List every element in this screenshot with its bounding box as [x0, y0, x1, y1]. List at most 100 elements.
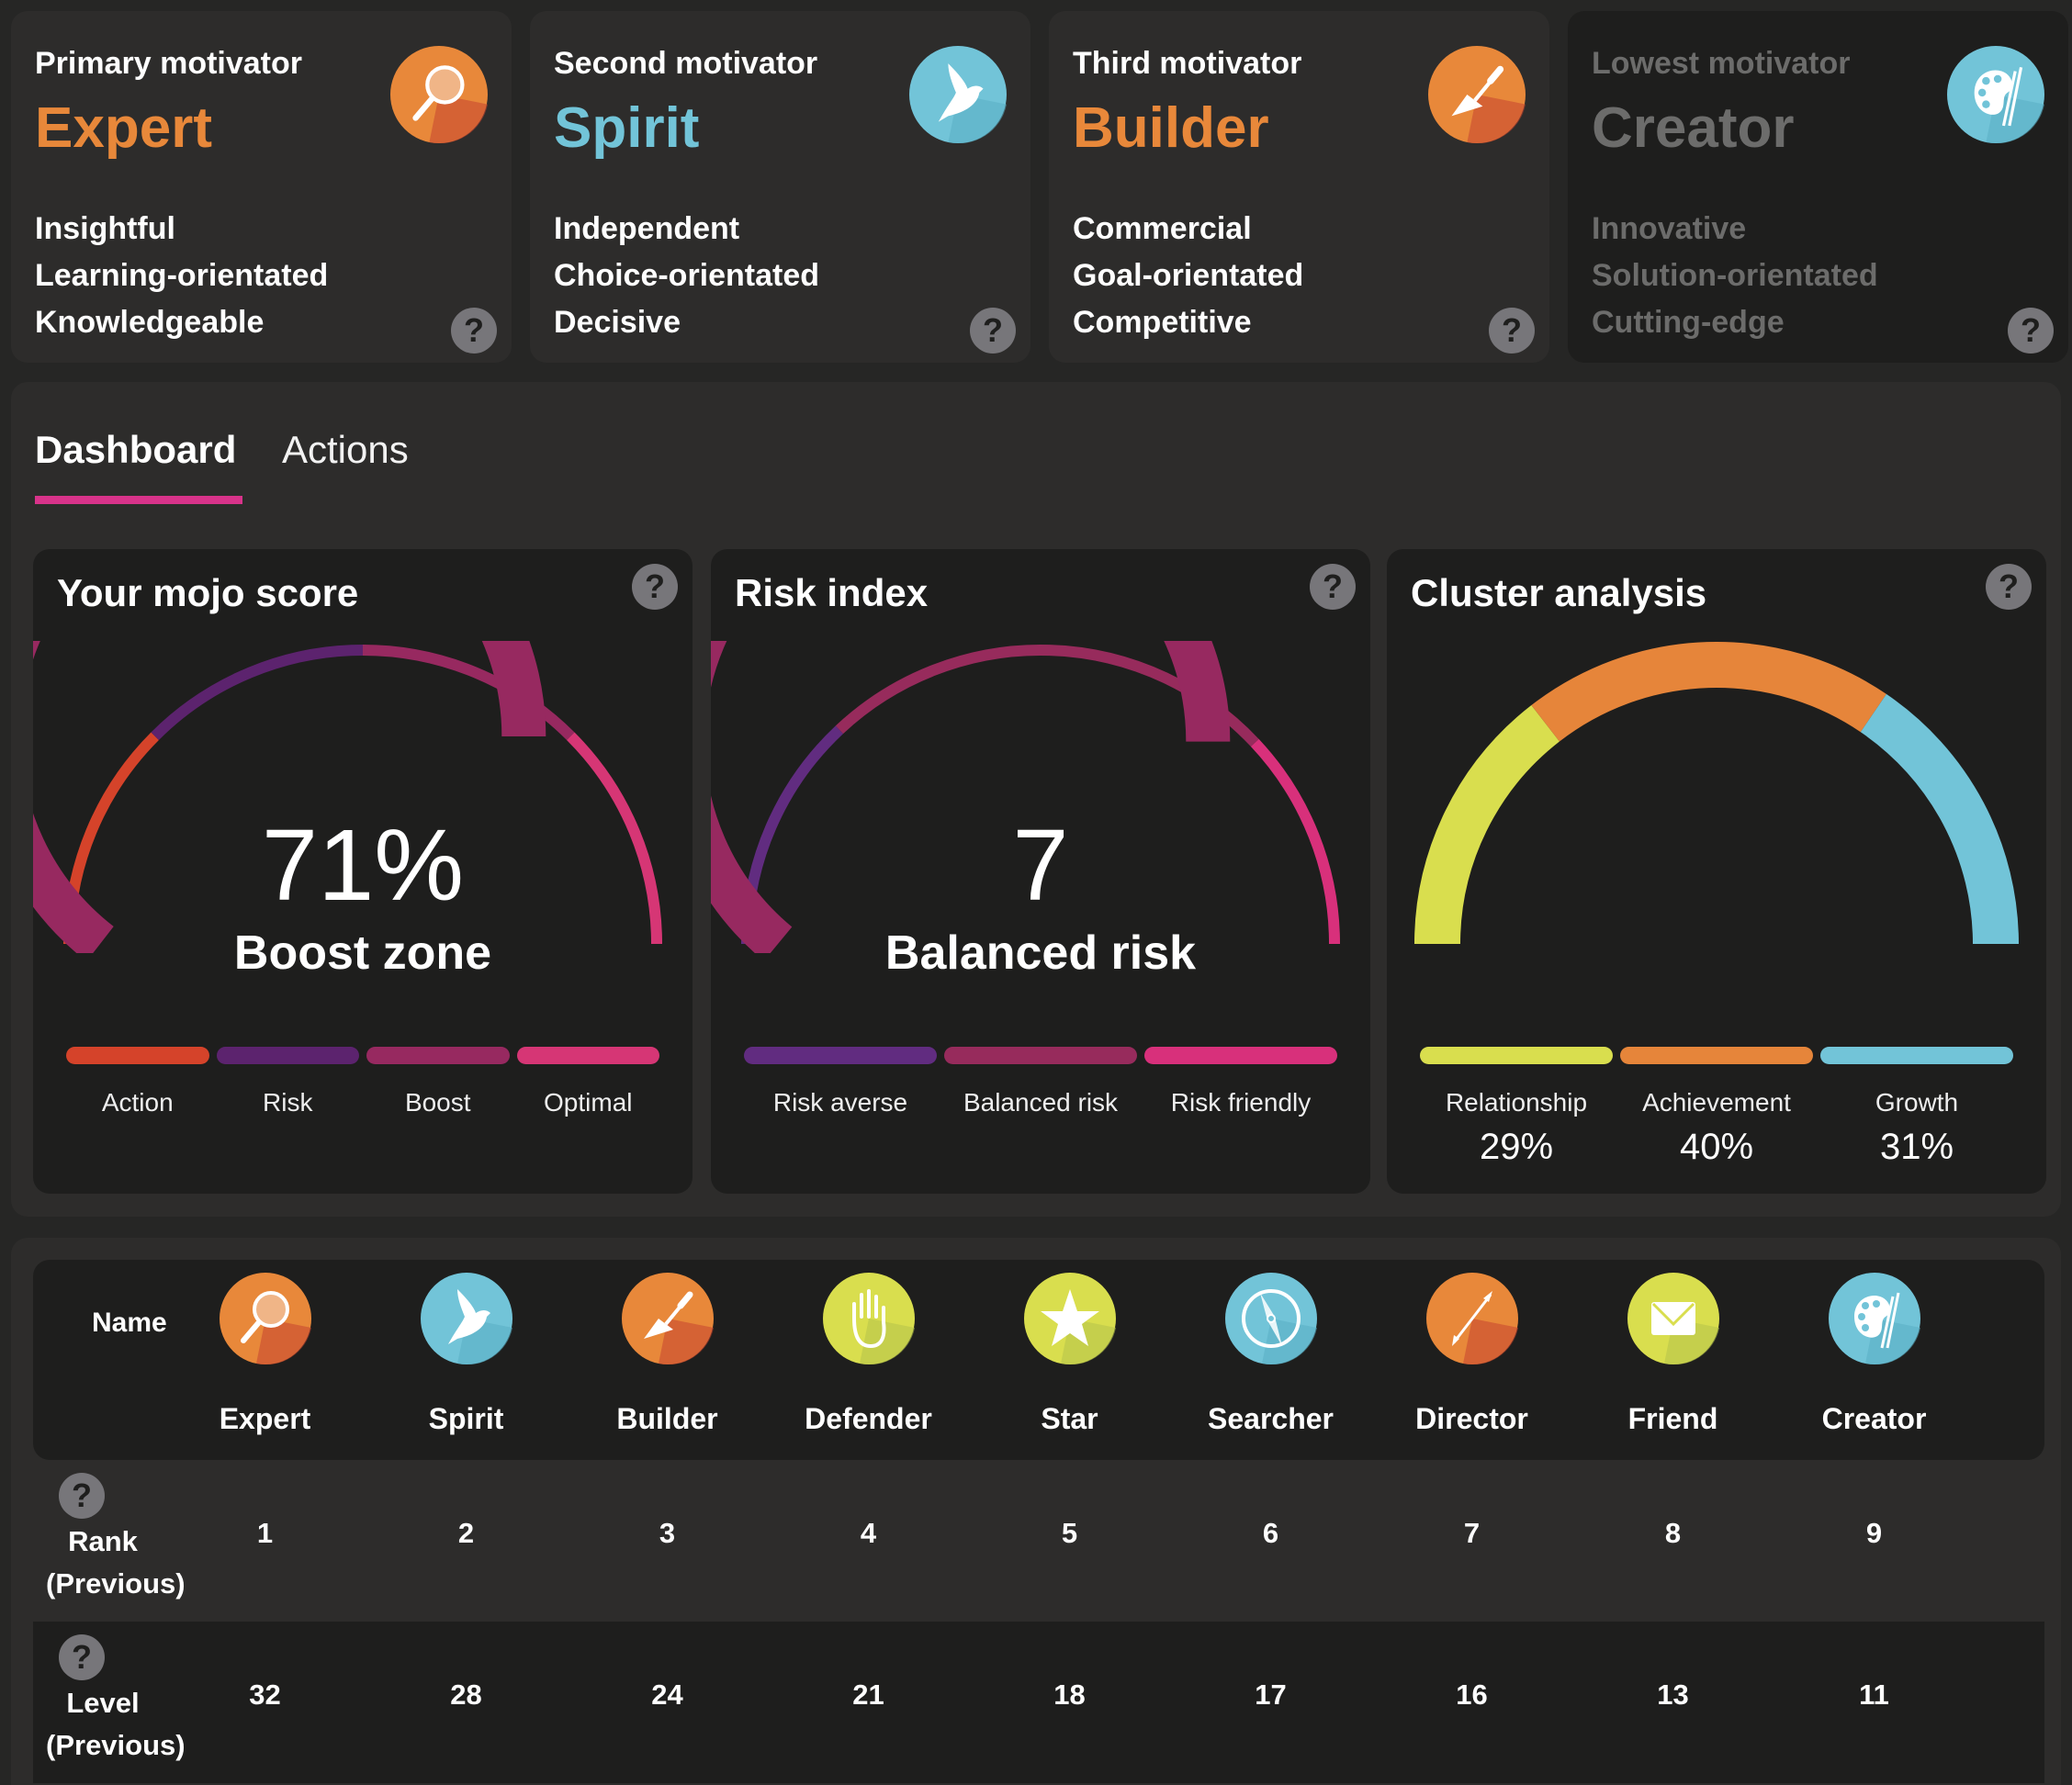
- column-header-friend: Friend: [1572, 1260, 1774, 1436]
- dove-icon: [420, 1273, 512, 1365]
- help-icon[interactable]: ?: [59, 1634, 105, 1680]
- level-cell: 13: [1657, 1678, 1689, 1711]
- trait: Innovative: [1592, 211, 1747, 246]
- motivator-name: Spirit: [554, 96, 700, 160]
- row-label-line: (Previous): [46, 1567, 186, 1600]
- help-icon[interactable]: ?: [970, 308, 1016, 354]
- legend-item: Achievement 40%: [1620, 1047, 1813, 1168]
- help-icon[interactable]: ?: [1489, 308, 1535, 354]
- legend-label: Relationship: [1445, 1088, 1588, 1117]
- legend-swatch: [944, 1047, 1137, 1064]
- column-name: Creator: [1821, 1402, 1927, 1435]
- level-cell: 21: [852, 1678, 884, 1711]
- trait: Choice-orientated: [554, 258, 820, 293]
- legend-swatch: [1420, 1047, 1613, 1064]
- risk-value: 7: [1012, 809, 1069, 922]
- risk-zone: Balanced risk: [884, 926, 1197, 980]
- cluster-legend: Relationship 29% Achievement 40% Growth 31%: [1420, 1047, 2013, 1168]
- row-label-line: Level: [66, 1687, 140, 1719]
- trait: Solution-orientated: [1592, 258, 1878, 293]
- legend-item: Risk: [216, 1047, 359, 1117]
- legend-item: Optimal: [516, 1047, 659, 1117]
- motivator-traits: Innovative Solution-orientated Cutting-e…: [1592, 206, 1878, 346]
- legend-label: Balanced risk: [963, 1088, 1119, 1117]
- row-label: Rank (Previous): [46, 1521, 186, 1605]
- motivator-label: Lowest motivator: [1592, 46, 1851, 81]
- palette-icon: [1828, 1273, 1920, 1365]
- rank-cell: 8: [1664, 1517, 1682, 1549]
- column-name: Star: [1041, 1402, 1098, 1435]
- legend-swatch: [1620, 1047, 1813, 1064]
- cluster-segment-relationship: [1414, 705, 1560, 945]
- legend-label: Achievement: [1642, 1088, 1791, 1117]
- level-cell: 24: [651, 1678, 683, 1711]
- compass-icon: [1224, 1273, 1317, 1365]
- legend-swatch: [1820, 1047, 2013, 1064]
- column-header-expert: Expert: [164, 1260, 366, 1436]
- rank-cell: 6: [1262, 1517, 1279, 1549]
- magnifier-icon: [390, 46, 488, 143]
- legend-percent: 31%: [1879, 1127, 1954, 1167]
- name-column-header: Name: [92, 1308, 167, 1338]
- help-icon[interactable]: ?: [451, 308, 497, 354]
- mojo-zone: Boost zone: [233, 926, 492, 980]
- arrow-icon: [1425, 1273, 1518, 1365]
- trait: Independent: [554, 211, 740, 246]
- cluster-gauge: [1414, 642, 2019, 945]
- column-header-defender: Defender: [768, 1260, 969, 1436]
- rank-cell: 1: [256, 1517, 274, 1549]
- rank-row: ? Rank (Previous) 1 2 3 4 5 6 7 8 9: [33, 1460, 2044, 1622]
- help-icon[interactable]: ?: [2008, 308, 2054, 354]
- rank-cell: 7: [1463, 1517, 1481, 1549]
- legend-label: Risk: [263, 1088, 313, 1117]
- column-name: Defender: [805, 1402, 932, 1435]
- legend-label: Risk friendly: [1170, 1088, 1312, 1117]
- legend-item: Action: [66, 1047, 209, 1117]
- level-cell: 18: [1053, 1678, 1086, 1711]
- motivator-traits: Insightful Learning-orientated Knowledge…: [35, 206, 328, 346]
- tab-actions[interactable]: Actions: [282, 428, 409, 472]
- gauge-zone-risk: [151, 645, 364, 740]
- help-icon[interactable]: ?: [59, 1473, 105, 1519]
- column-header-searcher: Searcher: [1170, 1260, 1371, 1436]
- envelope-icon: [1627, 1273, 1719, 1365]
- tab-dashboard[interactable]: Dashboard: [35, 428, 236, 472]
- active-tab-indicator: [35, 496, 242, 504]
- column-header-creator: Creator: [1774, 1260, 1975, 1436]
- legend-swatch: [516, 1047, 659, 1064]
- mojo-legend: Action Risk Boost Optimal: [66, 1047, 659, 1117]
- trait: Knowledgeable: [35, 305, 265, 340]
- row-label-line: Rank: [68, 1525, 138, 1557]
- level-cell: 28: [450, 1678, 482, 1711]
- legend-item: Balanced risk: [944, 1047, 1137, 1117]
- mojo-value: 71%: [261, 809, 465, 922]
- cluster-segment-growth: [1860, 693, 2019, 945]
- level-cell: 16: [1456, 1678, 1488, 1711]
- row-label-line: (Previous): [46, 1729, 186, 1761]
- card-title: Your mojo score: [57, 571, 359, 614]
- help-icon[interactable]: ?: [632, 564, 678, 610]
- legend-item: Risk averse: [744, 1047, 937, 1117]
- help-icon[interactable]: ?: [1310, 564, 1356, 610]
- palette-icon: [1947, 46, 2044, 143]
- trait: Learning-orientated: [35, 258, 329, 293]
- motivator-card-lowest: Lowest motivator Creator Innovative Solu…: [1568, 11, 2068, 363]
- column-name: Director: [1415, 1402, 1528, 1435]
- level-cell: 11: [1859, 1678, 1889, 1711]
- trowel-icon: [621, 1273, 714, 1365]
- legend-swatch: [66, 1047, 209, 1064]
- trait: Cutting-edge: [1592, 305, 1785, 340]
- trait: Goal-orientated: [1073, 258, 1304, 293]
- rank-cell: 4: [860, 1517, 877, 1549]
- column-name: Builder: [616, 1402, 718, 1435]
- level-row: ? Level (Previous) 32 28 24 21 18 17 16 13 11: [33, 1622, 2044, 1783]
- trait: Decisive: [554, 305, 681, 340]
- legend-swatch: [744, 1047, 937, 1064]
- legend-label: Boost: [404, 1088, 471, 1117]
- legend-label: Growth: [1875, 1088, 1959, 1117]
- help-icon[interactable]: ?: [1986, 564, 2032, 610]
- column-name: Searcher: [1208, 1402, 1334, 1435]
- magnifier-icon: [219, 1273, 311, 1365]
- motivator-label: Primary motivator: [35, 46, 302, 81]
- legend-swatch: [1144, 1047, 1337, 1064]
